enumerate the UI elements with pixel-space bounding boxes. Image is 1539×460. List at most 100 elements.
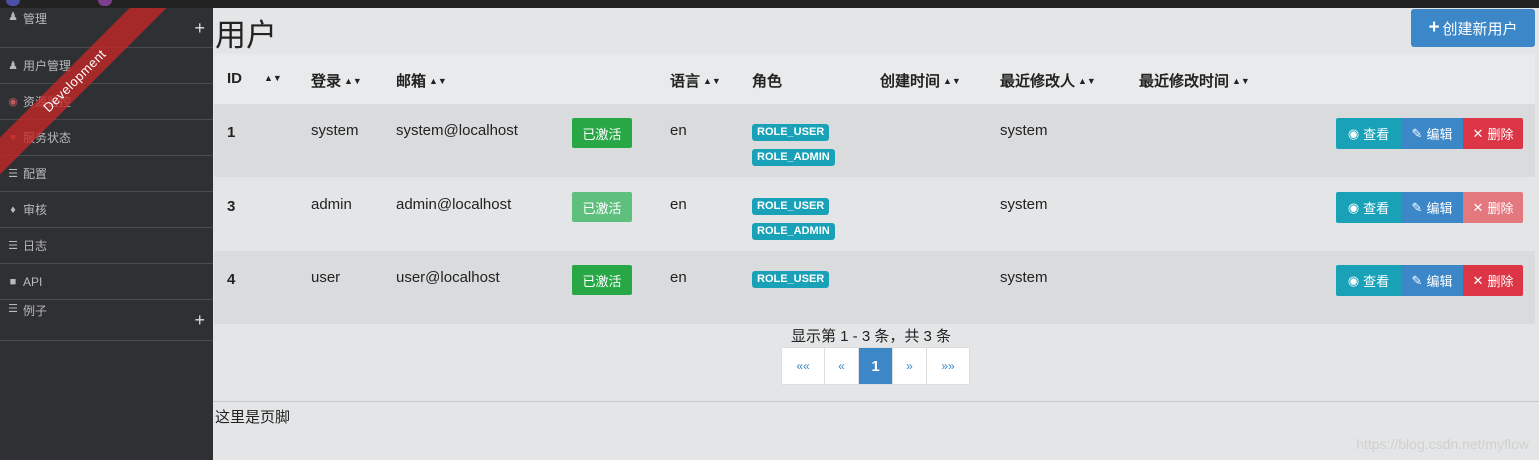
sidebar: ♟ 管理 + ♟ 用户管理 ◉ 资源监控 ♥ 服务状态 ☰ 配置 ♦ 审核 ☰ … [0,8,213,460]
dashboard-icon: ◉ [8,96,18,108]
sort-icon: ▲▼ [344,76,362,86]
column-header-login[interactable]: 登录 ▲▼ [311,70,362,91]
top-bar [0,0,1539,8]
sidebar-item-label: 用户管理 [23,59,72,73]
tasks-icon: ☰ [8,303,18,315]
email-cell: user@localhost [396,269,500,286]
pagination-summary: 显示第 1 - 3 条，共 3 条 [791,328,952,345]
role-badge: ROLE_USER [752,124,830,141]
sort-icon: ▲▼ [1232,76,1250,86]
times-icon: ✕ [1472,125,1484,141]
list-icon: ☰ [8,168,18,180]
activated-button: 已激活 [572,192,632,222]
column-header-last-modified-by[interactable]: 最近修改人 ▲▼ [1000,70,1096,91]
previous-page-button[interactable]: « [825,348,859,384]
last-modified-by-cell: system [1000,269,1048,286]
sidebar-item-label: 日志 [23,239,48,253]
view-button[interactable]: ◉ 查看 [1336,192,1401,223]
sidebar-item-label: 管理 [23,12,48,26]
table-header: ID ▲▼ 登录 ▲▼ 邮箱 ▲▼ 语言 ▲▼ 角色 创建时间 ▲▼ 最近修改人 ▲▼ 最近… [214,54,1535,104]
roles-cell: ROLE_USER ROLE_ADMIN [752,122,835,172]
sidebar-item-label: 审核 [23,203,48,217]
sidebar-item-label: 例子 [23,304,48,318]
roles-cell: ROLE_USER ROLE_ADMIN [752,196,835,246]
table-row: 4 user user@localhost 已激活 en ROLE_USER s… [214,251,1535,324]
pencil-icon: ✎ [1411,125,1423,141]
column-header-id[interactable]: ID ▲▼ [227,70,282,87]
sidebar-item-examples[interactable]: ☰ 例子 + [0,300,213,341]
edit-button[interactable]: ✎ 编辑 [1401,192,1463,223]
last-modified-by-cell: system [1000,122,1048,139]
page-title: 用户 [215,18,277,53]
row-actions: ◉ 查看 ✎ 编辑 ✕ 删除 [1336,118,1523,149]
login-cell: user [311,269,341,286]
sidebar-item-audits[interactable]: ♦ 审核 [0,192,213,228]
role-badge: ROLE_ADMIN [752,149,835,166]
first-page-button[interactable]: «« [782,348,825,384]
create-user-button[interactable]: + 创建新用户 [1411,9,1535,47]
user-id-link[interactable]: 3 [227,198,235,215]
times-icon: ✕ [1472,272,1484,288]
login-cell: admin [311,196,352,213]
row-actions: ◉ 查看 ✎ 编辑 ✕ 删除 [1336,192,1523,223]
tab-indicator [6,0,20,6]
last-page-button[interactable]: »» [927,348,969,384]
language-cell: en [670,196,687,213]
delete-button: ✕ 删除 [1463,192,1523,223]
column-header-language[interactable]: 语言 ▲▼ [670,70,721,91]
language-cell: en [670,269,687,286]
table-row: 1 system system@localhost 已激活 en ROLE_US… [214,104,1535,177]
activated-button[interactable]: 已激活 [572,118,632,148]
footer-divider [213,401,1539,402]
expand-plus-icon[interactable]: + [194,18,205,39]
eye-icon: ◉ [1347,199,1360,215]
column-header-created-date[interactable]: 创建时间 ▲▼ [880,70,961,91]
last-modified-by-cell: system [1000,196,1048,213]
sidebar-item-logs[interactable]: ☰ 日志 [0,228,213,264]
pencil-icon: ✎ [1411,272,1423,288]
table-row: 3 admin admin@localhost 已激活 en ROLE_USER… [214,178,1535,251]
main-content: 用户 + 创建新用户 ID ▲▼ 登录 ▲▼ 邮箱 ▲▼ 语言 ▲▼ 角色 创建时间 ▲▼… [213,8,1539,460]
column-header-email[interactable]: 邮箱 ▲▼ [396,70,447,91]
eye-icon: ◉ [1347,125,1360,141]
watermark: https://blog.csdn.net/myflow [1356,436,1529,452]
sort-icon: ▲▼ [1078,76,1096,86]
sidebar-item-label: API [23,274,43,289]
activated-button[interactable]: 已激活 [572,265,632,295]
role-badge: ROLE_USER [752,198,830,215]
sort-icon: ▲▼ [429,76,447,86]
user-id-link[interactable]: 4 [227,271,235,288]
sidebar-item-configuration[interactable]: ☰ 配置 [0,156,213,192]
sort-icon: ▲▼ [943,76,961,86]
eye-icon: ◉ [1347,272,1360,288]
roles-cell: ROLE_USER [752,269,830,294]
column-header-last-modified-date[interactable]: 最近修改时间 ▲▼ [1139,70,1250,91]
user-id-link[interactable]: 1 [227,124,235,141]
pencil-icon: ✎ [1411,199,1423,215]
delete-button[interactable]: ✕ 删除 [1463,265,1523,296]
bell-icon: ♦ [10,203,16,216]
sort-icon: ▲▼ [264,73,282,83]
user-plus-icon: ♟ [8,11,18,23]
row-actions: ◉ 查看 ✎ 编辑 ✕ 删除 [1336,265,1523,296]
next-page-button[interactable]: » [893,348,927,384]
role-badge: ROLE_USER [752,271,830,288]
email-cell: admin@localhost [396,196,512,213]
footer-text: 这里是页脚 [215,409,291,426]
login-cell: system [311,122,359,139]
role-badge: ROLE_ADMIN [752,223,835,240]
view-button[interactable]: ◉ 查看 [1336,118,1401,149]
current-page-button[interactable]: 1 [859,348,893,384]
edit-button[interactable]: ✎ 编辑 [1401,265,1463,296]
times-icon: ✕ [1472,199,1484,215]
create-user-label: 创建新用户 [1442,20,1518,38]
sidebar-item-api[interactable]: ■ API [0,264,213,300]
user-icon: ♟ [8,60,18,72]
delete-button[interactable]: ✕ 删除 [1463,118,1523,149]
expand-plus-icon[interactable]: + [194,310,205,331]
tab-indicator [98,0,112,6]
language-cell: en [670,122,687,139]
view-button[interactable]: ◉ 查看 [1336,265,1401,296]
edit-button[interactable]: ✎ 编辑 [1401,118,1463,149]
plus-icon: + [1428,17,1440,38]
